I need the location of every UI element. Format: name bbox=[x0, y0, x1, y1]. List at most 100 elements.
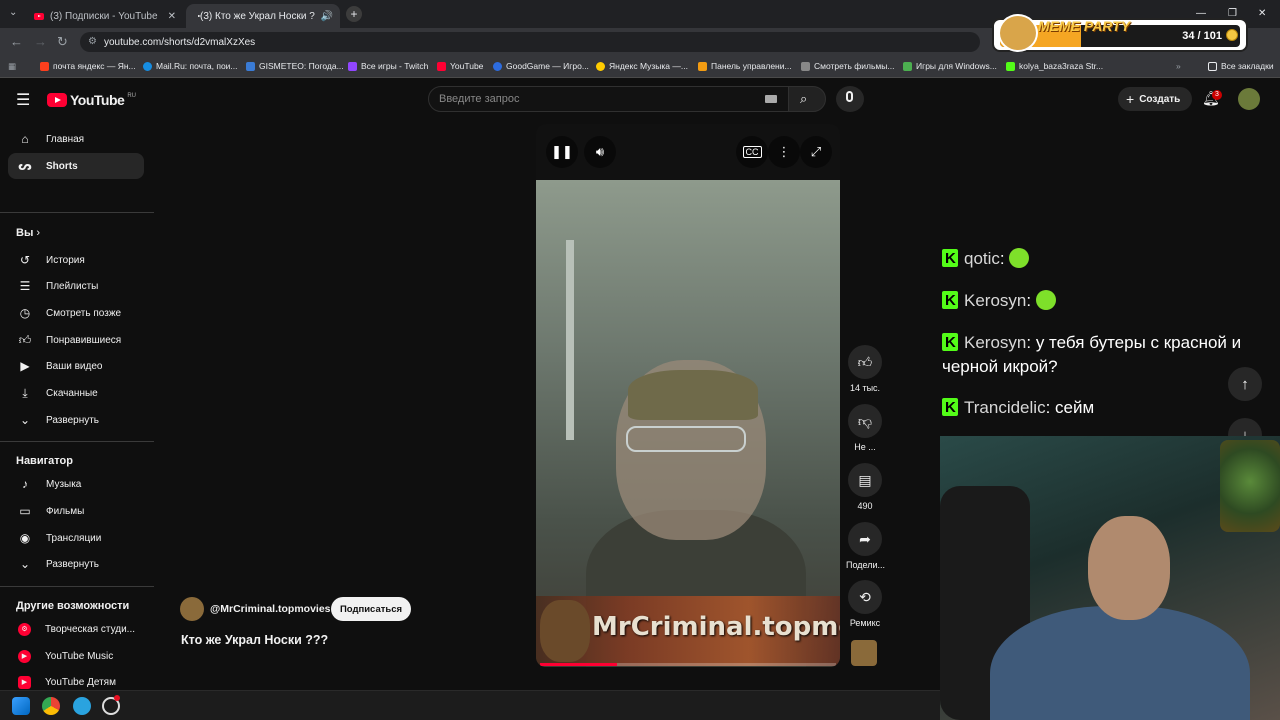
volume-button[interactable]: 🔊︎ bbox=[584, 136, 616, 168]
plus-icon: + bbox=[1126, 91, 1135, 107]
share-button[interactable]: ➦ Подели... bbox=[846, 522, 885, 570]
channel-avatar[interactable] bbox=[180, 597, 204, 621]
bookmark-item[interactable]: GISMETEO: Погода... bbox=[246, 61, 344, 71]
meme-party-title: MEME PARTY bbox=[1038, 18, 1131, 34]
sidebar-item-expand-nav[interactable]: ⌄ Развернуть bbox=[8, 551, 144, 577]
fullscreen-button[interactable]: ⤢ bbox=[800, 136, 832, 168]
sidebar-item-history[interactable]: ↺ История bbox=[8, 247, 144, 273]
bookmark-item[interactable]: YouTube bbox=[437, 61, 483, 71]
sidebar-item-watch-later[interactable]: ◷ Смотреть позже bbox=[8, 300, 144, 326]
fullscreen-icon: ⤢ bbox=[810, 144, 822, 159]
all-bookmarks[interactable]: Все закладки bbox=[1208, 61, 1274, 71]
comments-button[interactable]: ▤ 490 bbox=[846, 463, 884, 511]
folder-icon bbox=[1208, 61, 1217, 71]
tab-current-short[interactable]: (3) Кто же Украл Носки ? 🔊 ✕ bbox=[186, 4, 340, 28]
tab-list-chevron-icon[interactable]: ⌄ bbox=[9, 7, 17, 18]
chrome-icon[interactable] bbox=[42, 697, 60, 715]
close-icon[interactable]: ✕ bbox=[168, 11, 176, 22]
tab-subscriptions[interactable]: (3) Подписки - YouTube ✕ bbox=[26, 4, 184, 28]
captions-icon: CC bbox=[742, 146, 762, 158]
sidebar-item-home[interactable]: ⌂ Главная bbox=[8, 126, 144, 152]
new-tab-button[interactable]: + bbox=[346, 6, 362, 22]
create-label: Создать bbox=[1139, 93, 1181, 105]
apps-icon[interactable]: ▦ bbox=[8, 61, 16, 72]
skull-emblem-icon bbox=[1220, 440, 1280, 532]
more-bookmarks-icon[interactable]: » bbox=[1176, 61, 1181, 71]
sidebar-item-expand[interactable]: ⌄ Развернуть bbox=[8, 407, 144, 433]
menu-icon[interactable]: ☰ bbox=[16, 90, 30, 110]
kick-icon bbox=[1006, 61, 1015, 71]
kick-icon bbox=[942, 289, 958, 313]
keyboard-icon[interactable] bbox=[765, 95, 777, 103]
sidebar-item-yt-music[interactable]: ▶ YouTube Music bbox=[8, 643, 144, 669]
short-title: Кто же Украл Носки ??? bbox=[181, 633, 329, 647]
like-button[interactable]: 👍︎ 14 тыс. bbox=[846, 345, 884, 393]
section-you[interactable]: Вы › bbox=[16, 227, 40, 239]
captions-button[interactable]: CC bbox=[736, 136, 768, 168]
reload-icon[interactable]: ↻ bbox=[57, 34, 68, 50]
doge-avatar-icon bbox=[998, 14, 1038, 52]
bookmark-item[interactable]: почта яндекс — Ян... bbox=[40, 61, 136, 71]
more-vertical-icon: ⋮ bbox=[777, 144, 791, 159]
sidebar-item-music[interactable]: ♪ Музыка bbox=[8, 471, 144, 497]
back-icon[interactable]: ← bbox=[10, 34, 23, 49]
search-button[interactable]: ⌕ bbox=[788, 86, 826, 112]
remix-label: Ремикс bbox=[849, 618, 881, 628]
chevron-right-icon: › bbox=[36, 227, 41, 239]
bookmark-item[interactable]: kolya_baza3raza Str... bbox=[1006, 61, 1103, 71]
kick-icon bbox=[942, 396, 958, 420]
progress-fill bbox=[540, 663, 617, 666]
voice-search-button[interactable] bbox=[836, 86, 864, 112]
sidebar-item-liked[interactable]: 👍︎ Понравившиеся bbox=[8, 327, 144, 353]
forward-icon[interactable]: → bbox=[34, 34, 47, 49]
create-button[interactable]: + Создать bbox=[1118, 87, 1192, 111]
subscribe-button[interactable]: Подписаться bbox=[331, 597, 411, 621]
sidebar-item-studio[interactable]: ⚙ Творческая студи... bbox=[8, 616, 144, 642]
video-frame[interactable]: MrCriminal.topmovie bbox=[536, 180, 840, 667]
url-input[interactable]: ⚙ youtube.com/shorts/d2vmalXzXes bbox=[80, 32, 980, 52]
short-player[interactable]: MrCriminal.topmovie ❚❚ 🔊︎ CC ⋮ ⤢ bbox=[536, 124, 840, 667]
bookmark-item[interactable]: Панель управлени... bbox=[698, 61, 792, 71]
close-icon[interactable]: ✕ bbox=[339, 11, 340, 22]
emote-icon bbox=[1009, 248, 1030, 268]
bookmark-item[interactable]: Игры для Windows... bbox=[903, 61, 997, 71]
person-hair bbox=[628, 370, 758, 420]
bookmark-item[interactable]: Все игры - Twitch bbox=[348, 61, 428, 71]
tab-label: (3) Кто же Украл Носки ? bbox=[200, 10, 315, 22]
more-options-button[interactable]: ⋮ bbox=[768, 136, 800, 168]
dislike-label: Не ... bbox=[854, 442, 876, 452]
bookmark-item[interactable]: Яндекс Музыка —... bbox=[596, 61, 688, 71]
windows-start-icon[interactable] bbox=[12, 697, 30, 715]
bookmark-item[interactable]: Mail.Ru: почта, пои... bbox=[143, 61, 238, 71]
search-input[interactable]: Введите запрос bbox=[428, 86, 790, 112]
audio-track-thumbnail[interactable] bbox=[851, 640, 877, 666]
share-icon: ➦ bbox=[848, 522, 882, 556]
site-info-icon[interactable]: ⚙ bbox=[88, 36, 97, 47]
chevron-down-icon: ⌄ bbox=[19, 557, 31, 571]
previous-short-button[interactable]: ↑ bbox=[1228, 367, 1262, 401]
avatar[interactable] bbox=[1238, 88, 1260, 110]
youtube-logo[interactable]: YouTube RU bbox=[47, 92, 136, 108]
remix-button[interactable]: ⟲ Ремикс bbox=[846, 580, 884, 628]
channel-name[interactable]: @MrCriminal.topmovies bbox=[210, 603, 331, 615]
thumbs-up-icon: 👍︎ bbox=[18, 332, 32, 347]
sidebar-item-shorts[interactable]: ᔕ Shorts bbox=[8, 153, 144, 179]
close-window-button[interactable]: ✕ bbox=[1258, 8, 1266, 19]
telegram-icon[interactable] bbox=[73, 697, 91, 715]
dislike-button[interactable]: 👎︎ Не ... bbox=[846, 404, 884, 452]
sidebar-item-downloads[interactable]: ⤓ Скачанные bbox=[8, 380, 144, 406]
sidebar-item-films[interactable]: ▭ Фильмы bbox=[8, 498, 144, 524]
watermark-face-icon bbox=[540, 600, 590, 662]
notification-badge: 3 bbox=[1212, 90, 1222, 100]
youtube-wordmark: YouTube bbox=[70, 92, 125, 108]
youtube-logo-icon bbox=[47, 93, 67, 107]
bookmark-item[interactable]: GoodGame — Игро... bbox=[493, 61, 589, 71]
streamer-head bbox=[1088, 516, 1170, 620]
sidebar-item-playlists[interactable]: ☰ Плейлисты bbox=[8, 273, 144, 299]
pause-button[interactable]: ❚❚ bbox=[546, 136, 578, 168]
sidebar-item-your-videos[interactable]: ▶ Ваши видео bbox=[8, 353, 144, 379]
bookmark-item[interactable]: Смотреть фильмы... bbox=[801, 61, 894, 71]
bookmarks-bar: ▦ почта яндекс — Ян... Mail.Ru: почта, п… bbox=[0, 56, 1280, 78]
channel-info[interactable]: @MrCriminal.topmovies bbox=[180, 597, 331, 621]
sidebar-item-live[interactable]: ◉ Трансляции bbox=[8, 525, 144, 551]
